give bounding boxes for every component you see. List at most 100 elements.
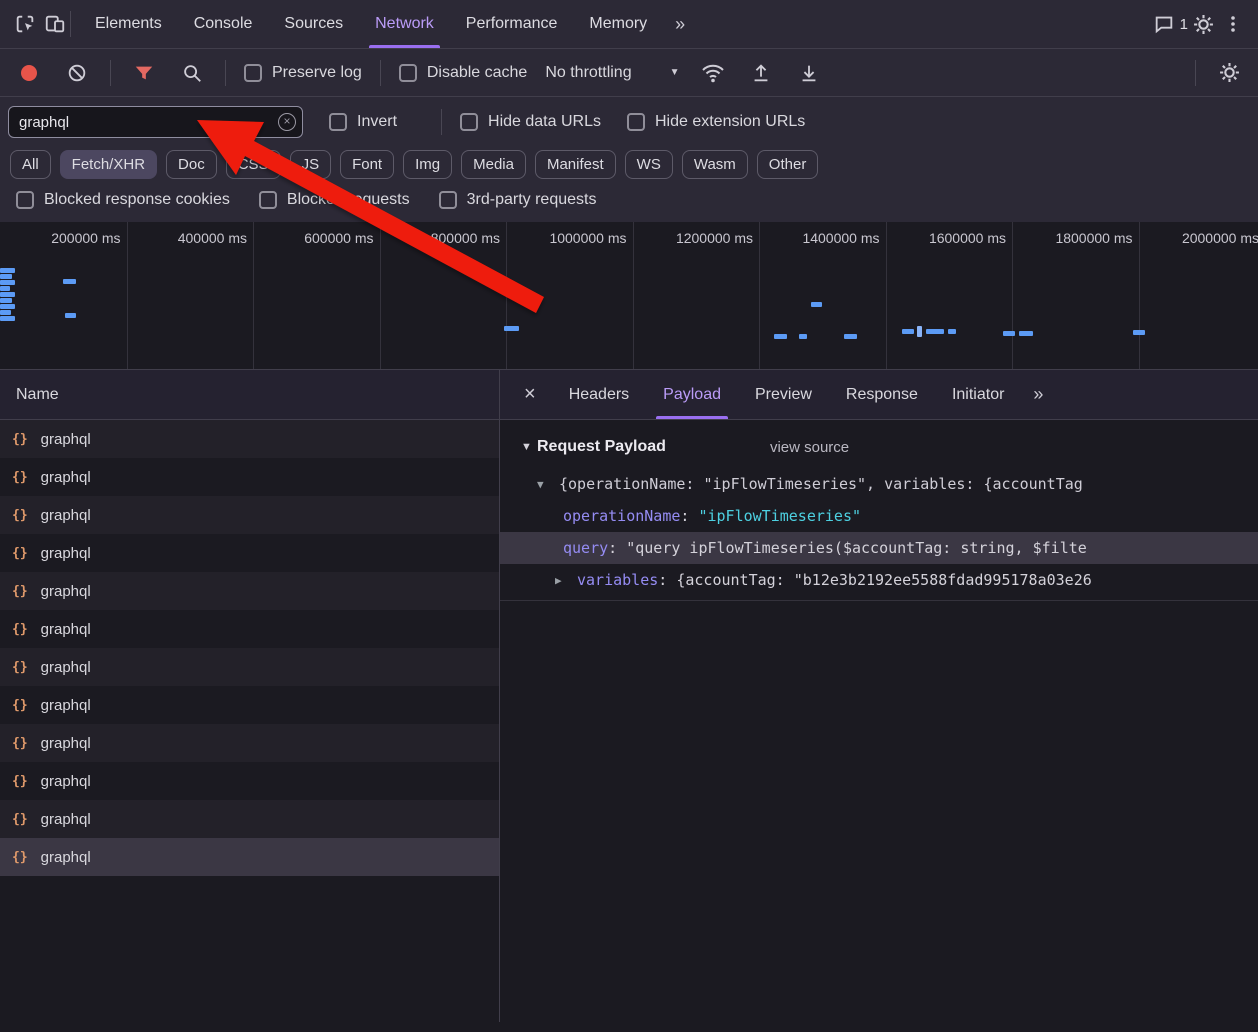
filter-chip-js[interactable]: JS [290,150,332,179]
filter-input[interactable] [8,106,303,138]
tab-elements[interactable]: Elements [79,0,178,48]
search-icon[interactable] [177,56,207,90]
collapse-triangle-icon[interactable]: ▼ [521,441,537,453]
filter-chip-media[interactable]: Media [461,150,526,179]
tab-network[interactable]: Network [359,0,450,48]
fetch-xhr-icon: {} [12,546,28,561]
network-request-bar[interactable] [917,326,922,337]
request-row[interactable]: {}graphql [0,762,499,800]
tab-response[interactable]: Response [829,370,935,419]
filter-funnel-icon[interactable] [129,56,159,90]
record-network-log-button[interactable] [14,56,44,90]
network-request-bar[interactable] [0,310,11,315]
tab-performance[interactable]: Performance [450,0,574,48]
network-request-bar[interactable] [926,329,944,334]
network-request-bar[interactable] [774,334,787,339]
network-request-bar[interactable] [0,274,12,279]
clear-filter-icon[interactable]: × [278,113,296,131]
more-tabs-chevron-icon[interactable]: » [663,14,697,35]
payload-operationname-row[interactable]: operationName: "ipFlowTimeseries" [500,500,1258,532]
filter-chip-img[interactable]: Img [403,150,452,179]
details-tab-bar: × HeadersPayloadPreviewResponseInitiator… [500,370,1258,420]
filter-chip-font[interactable]: Font [340,150,394,179]
network-request-bar[interactable] [948,329,956,334]
hide-data-urls-checkbox[interactable]: Hide data URLs [460,113,601,131]
network-request-bar[interactable] [0,316,15,321]
close-icon[interactable]: × [508,383,552,406]
request-row[interactable]: {}graphql [0,458,499,496]
tab-memory[interactable]: Memory [573,0,663,48]
network-request-bar[interactable] [0,268,15,273]
request-row[interactable]: {}graphql [0,572,499,610]
tab-console[interactable]: Console [178,0,269,48]
more-detail-tabs-chevron-icon[interactable]: » [1021,384,1055,405]
third-party-requests-checkbox[interactable]: 3rd-party requests [439,191,597,209]
network-request-bar[interactable] [0,298,12,303]
request-row[interactable]: {}graphql [0,610,499,648]
payload-root-preview: {operationName: "ipFlowTimeseries", vari… [559,475,1083,493]
network-request-bar[interactable] [799,334,807,339]
throttling-dropdown[interactable]: No throttling ▼ [545,64,679,82]
hide-extension-urls-checkbox[interactable]: Hide extension URLs [627,113,805,131]
network-request-bar[interactable] [0,286,10,291]
name-column-header[interactable]: Name [0,370,499,420]
request-row[interactable]: {}graphql [0,724,499,762]
network-overview-timeline[interactable]: 200000 ms400000 ms600000 ms800000 ms1000… [0,222,1258,370]
request-row[interactable]: {}graphql [0,496,499,534]
view-source-link[interactable]: view source [770,439,849,456]
disable-cache-checkbox[interactable]: Disable cache [399,64,528,82]
filter-chip-css[interactable]: CSS [226,150,281,179]
blocked-requests-checkbox[interactable]: Blocked requests [259,191,410,209]
requests-pane: Name {}graphql{}graphql{}graphql{}graphq… [0,370,500,1022]
network-settings-gear-icon[interactable] [1214,56,1244,90]
network-request-bar[interactable] [1003,331,1015,336]
network-request-bar[interactable] [844,334,857,339]
filter-chip-all[interactable]: All [10,150,51,179]
tab-sources[interactable]: Sources [268,0,359,48]
import-har-icon[interactable] [746,56,776,90]
tab-preview[interactable]: Preview [738,370,829,419]
payload-query-row[interactable]: query: "query ipFlowTimeseries($accountT… [500,532,1258,564]
filter-chip-other[interactable]: Other [757,150,819,179]
request-row[interactable]: {}graphql [0,838,499,876]
filter-chip-manifest[interactable]: Manifest [535,150,616,179]
tab-headers[interactable]: Headers [552,370,646,419]
request-row[interactable]: {}graphql [0,648,499,686]
filter-chip-doc[interactable]: Doc [166,150,217,179]
network-request-bar[interactable] [811,302,822,307]
network-request-bar[interactable] [1019,331,1033,336]
network-request-bar[interactable] [0,280,15,285]
filter-chip-wasm[interactable]: Wasm [682,150,748,179]
request-row[interactable]: {}graphql [0,686,499,724]
network-conditions-icon[interactable] [698,56,728,90]
network-request-bar[interactable] [902,329,914,334]
request-row[interactable]: {}graphql [0,800,499,838]
payload-variables-row[interactable]: ▶variables: {accountTag: "b12e3b2192ee55… [500,564,1258,596]
network-request-bar[interactable] [0,304,15,309]
export-har-icon[interactable] [794,56,824,90]
filter-chip-ws[interactable]: WS [625,150,673,179]
json-value: "query ipFlowTimeseries($accountTag: str… [626,539,1087,557]
console-messages-icon[interactable]: 1 [1153,7,1188,41]
settings-gear-icon[interactable] [1188,7,1218,41]
device-toolbar-icon[interactable] [40,7,70,41]
network-request-bar[interactable] [504,326,519,331]
more-options-kebab-icon[interactable] [1218,7,1248,41]
payload-root-row[interactable]: ▼ {operationName: "ipFlowTimeseries", va… [500,468,1258,500]
network-request-bar[interactable] [63,279,76,284]
blocked-response-cookies-checkbox[interactable]: Blocked response cookies [16,191,230,209]
invert-checkbox[interactable]: Invert [329,113,397,131]
clear-network-log-button[interactable] [62,56,92,90]
network-request-bar[interactable] [0,292,15,297]
request-row[interactable]: {}graphql [0,534,499,572]
expand-triangle-icon[interactable]: ▼ [537,478,559,491]
preserve-log-checkbox[interactable]: Preserve log [244,64,362,82]
tab-payload[interactable]: Payload [646,370,738,419]
inspect-element-icon[interactable] [10,7,40,41]
network-request-bar[interactable] [65,313,76,318]
collapsed-triangle-icon[interactable]: ▶ [555,574,577,587]
filter-chip-fetch-xhr[interactable]: Fetch/XHR [60,150,157,179]
request-row[interactable]: {}graphql [0,420,499,458]
network-request-bar[interactable] [1133,330,1145,335]
tab-initiator[interactable]: Initiator [935,370,1021,419]
